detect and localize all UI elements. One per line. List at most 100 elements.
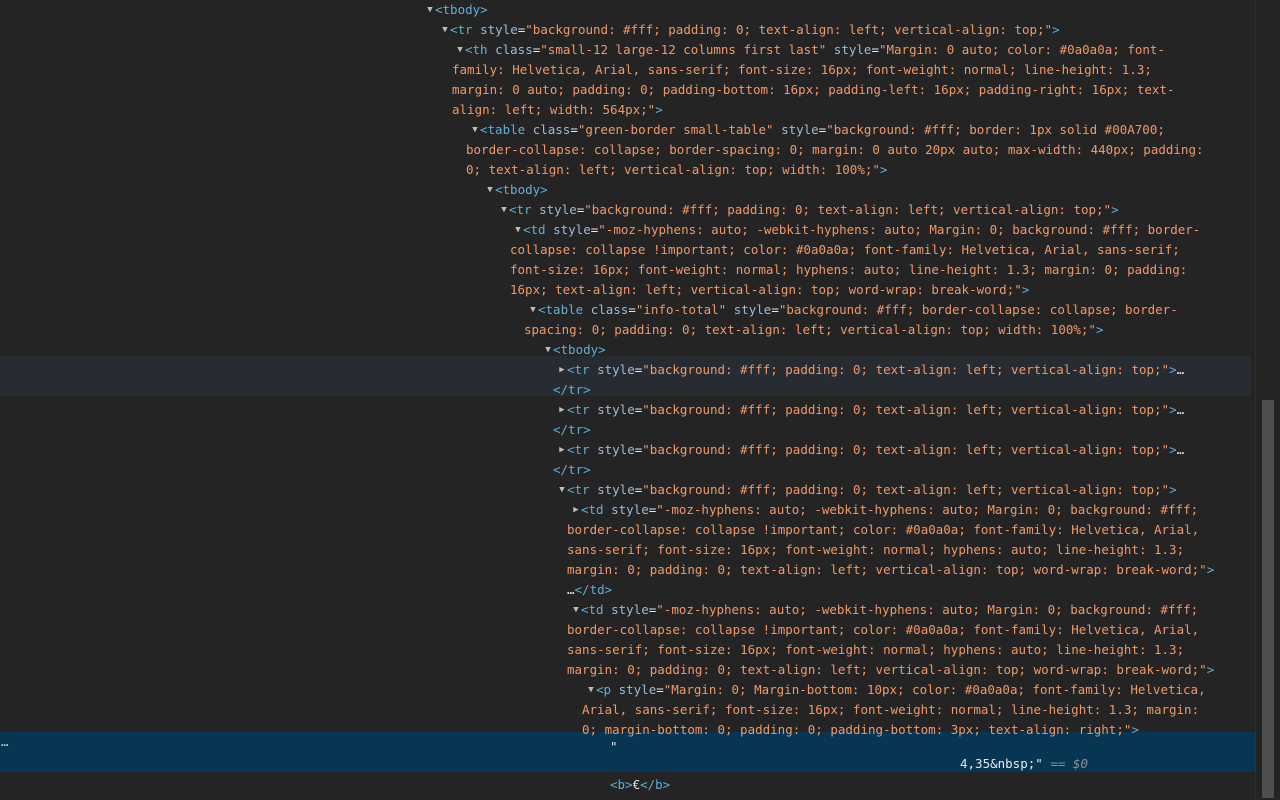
dom-node-line[interactable]: ▶ <td style="-moz-hyphens: auto; -webkit-… xyxy=(0,500,1256,520)
html-tag: > xyxy=(1095,322,1104,337)
text-node xyxy=(826,42,834,57)
expanded-triangle-icon[interactable]: ▼ xyxy=(543,340,553,360)
dom-node-line[interactable]: margin: 0; padding: 0; text-align: left;… xyxy=(0,560,1256,580)
html-tag: <tbody> xyxy=(435,2,488,17)
dom-node-line[interactable]: font-size: 16px; font-weight: normal; hy… xyxy=(0,260,1256,280)
expanded-triangle-icon[interactable]: ▼ xyxy=(425,0,435,20)
text-node xyxy=(611,682,619,697)
dom-node-line[interactable]: ▼ <tr style="background: #fff; padding: 0… xyxy=(0,200,1256,220)
text-node: … xyxy=(1176,362,1185,377)
html-tag: > xyxy=(1021,282,1030,297)
dom-node-line[interactable]: ▼ <table class="green-border small-table"… xyxy=(0,120,1256,140)
dom-node-line[interactable]: margin: 0 auto; padding: 0; padding-bott… xyxy=(0,80,1256,100)
dom-node-line[interactable]: 4,35&nbsp;" == $0 xyxy=(0,754,1256,774)
expanded-triangle-icon[interactable]: ▼ xyxy=(513,220,523,240)
dom-node-line[interactable]: sans-serif; font-size: 16px; font-weight… xyxy=(0,540,1256,560)
attribute-name: style xyxy=(553,222,591,237)
dom-node-line[interactable]: ▶ <tr style="background: #fff; padding: 0… xyxy=(0,360,1256,380)
html-tag: <table xyxy=(480,122,526,137)
html-tag: <tr xyxy=(567,362,590,377)
expanded-triangle-icon[interactable]: ▼ xyxy=(586,680,596,700)
text-node xyxy=(546,222,554,237)
expanded-triangle-icon[interactable]: ▼ xyxy=(571,600,581,620)
scrollbar-thumb[interactable] xyxy=(1262,400,1274,798)
attribute-value: border-collapse: collapse !important; co… xyxy=(567,622,1200,637)
dom-node-line[interactable]: ▼ <tbody> xyxy=(0,180,1256,200)
html-tag: <tbody> xyxy=(553,342,606,357)
dom-node-line[interactable]: border-collapse: collapse !important; co… xyxy=(0,620,1256,640)
collapsed-triangle-icon[interactable]: ▶ xyxy=(557,440,567,460)
dom-node-line[interactable]: </tr> xyxy=(0,380,1256,400)
dom-node-text: <tr style="background: #fff; padding: 0;… xyxy=(567,360,1184,380)
dom-node-line[interactable]: ▶ <tr style="background: #fff; padding: 0… xyxy=(0,440,1256,460)
dom-node-line[interactable]: ▼ <tbody> xyxy=(0,340,1256,360)
attribute-value: "background: #fff; padding: 0; text-alig… xyxy=(642,402,1170,417)
dom-node-line[interactable]: 16px; text-align: left; vertical-align: … xyxy=(0,280,1256,300)
attribute-name: style xyxy=(611,602,649,617)
dom-node-text: <td style="-moz-hyphens: auto; -webkit-h… xyxy=(581,500,1198,520)
collapsed-triangle-icon[interactable]: ▶ xyxy=(571,500,581,520)
dom-node-line[interactable]: Arial, sans-serif; font-size: 16px; font… xyxy=(0,700,1256,720)
dom-node-line[interactable]: ▼ <td style="-moz-hyphens: auto; -webkit-… xyxy=(0,220,1256,240)
collapsed-triangle-icon[interactable]: ▶ xyxy=(557,400,567,420)
dom-node-text: <table class="green-border small-table" … xyxy=(480,120,1165,140)
dom-node-line[interactable]: ▼ <th class = "small-12 large-12 columns fi… xyxy=(0,40,1256,60)
attribute-value: 0; margin-bottom: 0; padding: 0; padding… xyxy=(582,722,1132,737)
dom-node-line[interactable]: margin: 0; padding: 0; text-align: left;… xyxy=(0,660,1256,680)
html-tag: > xyxy=(1131,722,1139,737)
attribute-value: sans-serif; font-size: 16px; font-weight… xyxy=(567,642,1185,657)
attribute-value: margin: 0; padding: 0; text-align: left;… xyxy=(567,662,1207,677)
expanded-triangle-icon[interactable]: ▼ xyxy=(557,480,567,500)
dom-node-line[interactable]: </tr> xyxy=(0,420,1256,440)
dom-node-line[interactable]: family: Helvetica, Arial, sans-serif; fo… xyxy=(0,60,1256,80)
expanded-triangle-icon[interactable]: ▼ xyxy=(455,40,465,60)
dom-node-line[interactable]: <b>€</b> xyxy=(0,775,1256,795)
dom-node-line[interactable]: border-collapse: collapse; border-spacin… xyxy=(0,140,1256,160)
attribute-value: Arial, sans-serif; font-size: 16px; font… xyxy=(582,702,1200,717)
html-tag: <table xyxy=(538,302,584,317)
dom-node-line[interactable]: ▶ <tr style="background: #fff; padding: 0… xyxy=(0,400,1256,420)
text-node xyxy=(590,482,598,497)
dom-node-line[interactable]: 0; text-align: left; vertical-align: top… xyxy=(0,160,1256,180)
expanded-triangle-icon[interactable]: ▼ xyxy=(470,120,480,140)
dom-node-line[interactable]: align: left; width: 564px;"> xyxy=(0,100,1256,120)
dom-node-line[interactable]: collapse: collapse !important; color: #0… xyxy=(0,240,1256,260)
dom-node-line[interactable]: ▼ <tr style="background: #fff; padding: 0… xyxy=(0,20,1256,40)
dom-node-text: …</td> xyxy=(567,580,612,600)
dom-node-line[interactable]: ▼ <tr style="background: #fff; padding: 0… xyxy=(0,480,1256,500)
dom-node-text: <tr style="background: #fff; padding: 0;… xyxy=(567,400,1184,420)
attribute-value: "background: #fff; padding: 0; text-alig… xyxy=(642,362,1170,377)
dom-node-text: border-collapse: collapse !important; co… xyxy=(567,620,1199,640)
dom-node-text: family: Helvetica, Arial, sans-serif; fo… xyxy=(452,60,1152,80)
expanded-triangle-icon[interactable]: ▼ xyxy=(485,180,495,200)
dom-node-text: <td style="-moz-hyphens: auto; -webkit-h… xyxy=(581,600,1198,620)
collapsed-triangle-icon[interactable]: ▶ xyxy=(557,360,567,380)
attribute-name: class xyxy=(532,122,571,137)
dom-node-text: </tr> xyxy=(553,380,591,400)
elements-tree[interactable]: … ▼ <tbody> ▼ <tr style="background: #fff; … xyxy=(0,0,1256,800)
dom-node-text: <tbody> xyxy=(495,180,548,200)
text-node: = xyxy=(771,302,779,317)
expanded-triangle-icon[interactable]: ▼ xyxy=(440,20,450,40)
dom-node-line[interactable]: ▼ <td style="-moz-hyphens: auto; -webkit-… xyxy=(0,600,1256,620)
dom-node-line[interactable]: ▼ <p style="Margin: 0; Margin-bottom: 10p… xyxy=(0,680,1256,700)
dom-node-line[interactable]: </tr> xyxy=(0,460,1256,480)
html-tag: > xyxy=(879,162,888,177)
dom-node-line[interactable]: ▼ <tbody> xyxy=(0,0,1256,20)
attribute-value: 0; text-align: left; vertical-align: top… xyxy=(466,162,880,177)
dom-node-line[interactable]: border-collapse: collapse !important; co… xyxy=(0,520,1256,540)
dom-node-text: 4,35&nbsp;" == $0 xyxy=(960,754,1088,774)
html-tag: <b> xyxy=(610,777,633,792)
dom-node-line[interactable]: ▼ <table class="info-total" style="backgr… xyxy=(0,300,1256,320)
text-node xyxy=(604,502,612,517)
dom-node-text: <tbody> xyxy=(435,0,488,20)
expanded-triangle-icon[interactable]: ▼ xyxy=(499,200,509,220)
dom-node-line[interactable]: sans-serif; font-size: 16px; font-weight… xyxy=(0,640,1256,660)
expanded-triangle-icon[interactable]: ▼ xyxy=(528,300,538,320)
dom-node-text: border-collapse: collapse !important; co… xyxy=(567,520,1199,540)
dom-node-line[interactable]: spacing: 0; padding: 0; text-align: left… xyxy=(0,320,1256,340)
dom-node-line[interactable]: …</td> xyxy=(0,580,1256,600)
text-node xyxy=(583,302,591,317)
vertical-scrollbar[interactable] xyxy=(1255,0,1280,800)
html-tag: </tr> xyxy=(553,382,591,397)
